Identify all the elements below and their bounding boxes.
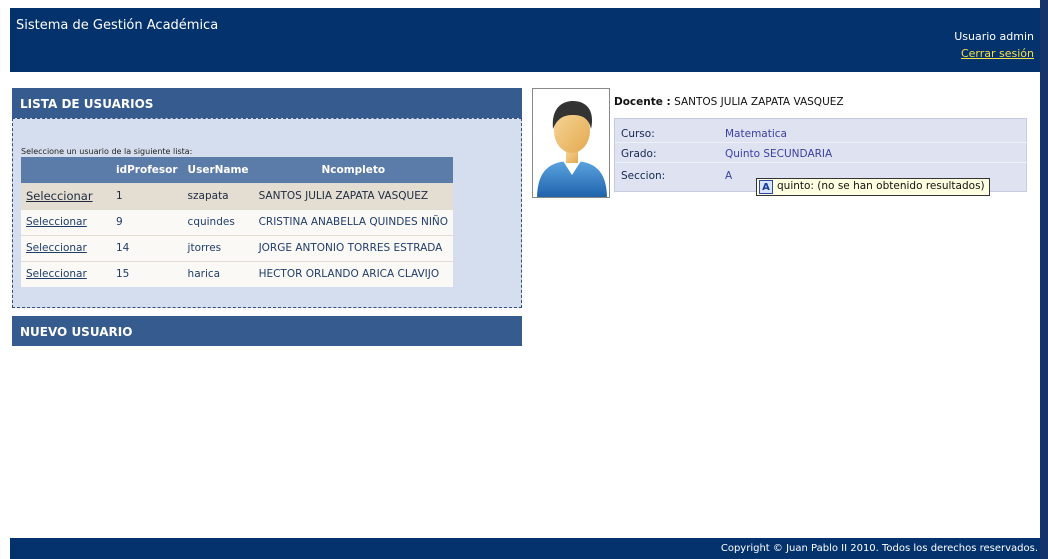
current-user-label: Usuario admin — [954, 30, 1034, 43]
cell-username: jtorres — [182, 234, 254, 261]
grado-label: Grado: — [621, 148, 657, 160]
app-title: Sistema de Gestión Académica — [16, 18, 219, 33]
cell-username: szapata — [182, 182, 254, 209]
cell-name: SANTOS JULIA ZAPATA VASQUEZ — [253, 182, 454, 209]
copyright-text: Copyright © Juan Pablo II 2010. Todos lo… — [720, 543, 1038, 554]
app-header: Sistema de Gestión Académica Usuario adm… — [10, 8, 1040, 72]
table-row: Seleccionar 9 cquindes CRISTINA ANABELLA… — [21, 208, 454, 235]
curso-value: Matematica — [725, 128, 787, 140]
window-left-edge — [0, 0, 10, 559]
dictionary-icon: A — [759, 180, 773, 194]
cell-name: JORGE ANTONIO TORRES ESTRADA — [253, 234, 454, 261]
cell-username: harica — [182, 260, 254, 287]
table-row: Seleccionar 1 szapata SANTOS JULIA ZAPAT… — [21, 182, 454, 209]
teacher-avatar — [532, 88, 610, 198]
app-footer: Copyright © Juan Pablo II 2010. Todos lo… — [10, 538, 1040, 559]
docente-label: Docente : — [614, 96, 671, 108]
docente-name: SANTOS JULIA ZAPATA VASQUEZ — [674, 96, 844, 108]
users-table-header: idProfesor UserName Ncompleto — [21, 157, 454, 183]
user-avatar-icon — [537, 101, 607, 197]
cell-id: 1 — [111, 182, 183, 209]
cell-id: 15 — [111, 260, 183, 287]
cell-id: 9 — [111, 208, 183, 235]
dictionary-tooltip: A quinto: (no se han obtenido resultados… — [756, 178, 990, 196]
teacher-name-line: Docente : SANTOS JULIA ZAPATA VASQUEZ — [614, 96, 844, 108]
info-row-curso: Curso: Matematica — [615, 125, 1028, 143]
users-panel: Seleccione un usuario de la siguiente li… — [12, 118, 522, 308]
column-header-username: UserName — [182, 157, 254, 183]
select-link[interactable]: Seleccionar — [26, 216, 87, 228]
table-row: Seleccionar 14 jtorres JORGE ANTONIO TOR… — [21, 234, 454, 261]
cell-name: HECTOR ORLANDO ARICA CLAVIJO — [253, 260, 454, 287]
cell-id: 14 — [111, 234, 183, 261]
grado-value: Quinto SECUNDARIA — [725, 148, 833, 160]
tooltip-text: quinto: (no se han obtenido resultados) — [777, 180, 985, 192]
column-header-action — [21, 157, 111, 183]
curso-label: Curso: — [621, 128, 655, 140]
select-link[interactable]: Seleccionar — [26, 242, 87, 254]
select-link[interactable]: Seleccionar — [26, 268, 87, 280]
column-header-ncompleto: Ncompleto — [253, 157, 454, 183]
select-link[interactable]: Seleccionar — [26, 189, 93, 203]
seccion-value: A — [725, 170, 733, 182]
seccion-label: Seccion: — [621, 170, 666, 182]
window-right-border — [1040, 0, 1048, 559]
select-hint: Seleccione un usuario de la siguiente li… — [21, 147, 193, 156]
table-row: Seleccionar 15 harica HECTOR ORLANDO ARI… — [21, 260, 454, 287]
new-user-panel-header[interactable]: NUEVO USUARIO — [12, 316, 522, 346]
logout-link[interactable]: Cerrar sesión — [961, 47, 1034, 60]
cell-name: CRISTINA ANABELLA QUINDES NIÑO — [253, 208, 454, 235]
users-panel-header[interactable]: LISTA DE USUARIOS — [12, 88, 522, 118]
cell-username: cquindes — [182, 208, 254, 235]
info-row-grado: Grado: Quinto SECUNDARIA — [615, 145, 1028, 163]
column-header-idprofesor: idProfesor — [111, 157, 183, 183]
users-table: idProfesor UserName Ncompleto Selecciona… — [21, 157, 454, 287]
